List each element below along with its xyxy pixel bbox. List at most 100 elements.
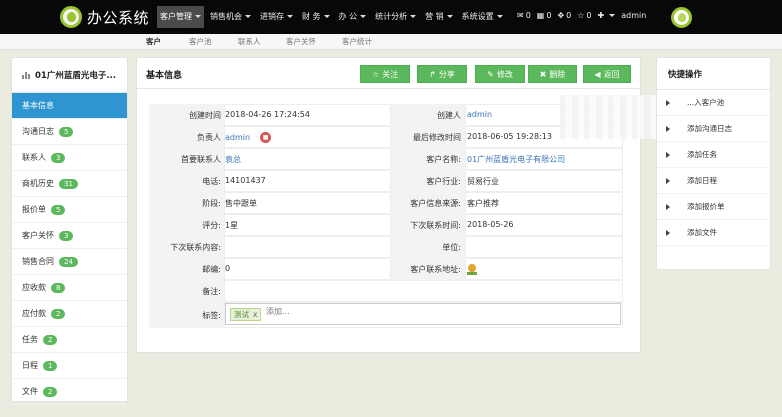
form-row: 备注: [149, 280, 623, 302]
field-label: 客户信息来源: [410, 199, 461, 208]
quick-action-add-log[interactable]: 添加沟通日志 [657, 116, 770, 142]
menu-sales-opportunity[interactable]: 销售机会 [207, 6, 254, 28]
chevron-down-icon [245, 15, 251, 18]
field-label: 单位: [442, 243, 461, 252]
chevron-down-icon [360, 15, 367, 18]
quick-action-add-task[interactable]: 添加任务 [657, 142, 770, 168]
customer-sidebar: 01广州蓝盾光电子... 基本信息 沟通日志 5 联系人 3 商机历史 31 报价单 5… [11, 57, 128, 405]
chevron-down-icon [323, 15, 330, 18]
mail-icon: ✉ [517, 11, 524, 20]
main-menu: 客户管理 销售机会 进销存 财 务 办 公 统计分析 营 销 系统设置 [157, 6, 509, 28]
menu-system-settings[interactable]: 系统设置 [459, 6, 506, 28]
chevron-down-icon [410, 15, 417, 18]
menu-statistics[interactable]: 统计分析 [372, 6, 419, 28]
address-value [467, 264, 477, 275]
subnav-customer[interactable]: 客户 [146, 36, 161, 47]
owner-link[interactable]: admin [225, 133, 250, 142]
next-contact-time-value: 2018-05-26 [467, 220, 514, 229]
sidebar-item-files[interactable]: 文件 2 [12, 379, 127, 405]
plus-icon: ✚ [597, 11, 605, 20]
field-label: 下次联系内容: [170, 243, 221, 252]
caret-right-icon [666, 177, 670, 184]
mail-button[interactable]: ✉ 0 [517, 11, 531, 20]
star-button[interactable]: ☆ 0 [577, 11, 591, 20]
edit-button[interactable]: ✎ 修改 [475, 65, 525, 83]
grid-button[interactable]: ▦ 0 [537, 11, 552, 20]
user-menu[interactable]: admin [621, 11, 646, 20]
sidebar-item-payables[interactable]: 应付款 2 [12, 301, 127, 327]
field-label: 下次联系时间: [410, 221, 461, 230]
lock-icon[interactable]: ■ [260, 132, 272, 143]
phone-value: 14101437 [225, 176, 266, 185]
subnav-contacts[interactable]: 联系人 [238, 36, 261, 47]
tag-chip[interactable]: 测试 x [230, 308, 262, 321]
industry-value: 贸易行业 [467, 177, 499, 186]
chevron-down-icon [287, 15, 293, 18]
arrow-left-icon: ◀ [594, 69, 601, 79]
close-icon[interactable]: x [253, 310, 257, 319]
gear-button[interactable]: ✥ 0 [557, 11, 571, 20]
menu-inventory[interactable]: 进销存 [257, 6, 296, 28]
creator-link[interactable]: admin [467, 110, 492, 119]
sidebar-item-contacts[interactable]: 联系人 3 [12, 145, 127, 171]
quick-action-add-file[interactable]: 添加文件 [657, 220, 770, 246]
form-row: 标签: 测试 x [149, 302, 623, 328]
chevron-down-icon [195, 15, 201, 18]
subnav-customer-stats[interactable]: 客户统计 [342, 36, 372, 47]
menu-customer-management[interactable]: 客户管理 [157, 6, 204, 28]
sidebar-item-receivables[interactable]: 应收款 8 [12, 275, 127, 301]
quick-action-add-quote[interactable]: 添加报价单 [657, 194, 770, 220]
customer-name-link[interactable]: 01广州蓝盾光电子有限公司 [467, 154, 565, 165]
sidebar-item-opportunity-history[interactable]: 商机历史 31 [12, 171, 127, 197]
sidebar-item-schedule[interactable]: 日程 1 [12, 353, 127, 379]
menu-finance[interactable]: 财 务 [299, 6, 333, 28]
primary-contact-link[interactable]: 袁总 [225, 154, 241, 165]
sidebar-item-communication-log[interactable]: 沟通日志 5 [12, 119, 127, 145]
caret-right-icon [666, 203, 670, 210]
subnav-customer-pool[interactable]: 客户池 [189, 36, 212, 47]
field-label: 电话: [202, 177, 221, 186]
owner-value: admin ■ [225, 132, 272, 143]
back-button[interactable]: ◀ 返回 [583, 65, 631, 83]
share-button[interactable]: ↱ 分享 [417, 65, 467, 83]
delete-button[interactable]: ✖ 删除 [528, 65, 577, 83]
map-pin-icon[interactable] [467, 264, 477, 275]
top-navbar: 办公系统 客户管理 销售机会 进销存 财 务 办 公 统计分析 营 销 系统设置… [0, 0, 782, 34]
count-badge: 2 [43, 386, 58, 397]
quick-action-move-to-pool[interactable]: ...入客户池 [657, 90, 770, 116]
page-title: 基本信息 [146, 71, 183, 81]
app-logo[interactable]: 办公系统 [60, 5, 149, 29]
sidebar-item-basic-info[interactable]: 基本信息 [12, 93, 127, 119]
count-badge: 3 [51, 152, 66, 163]
tags-input-box[interactable]: 测试 x [225, 303, 621, 325]
sidebar-header: 01广州蓝盾光电子... [12, 58, 127, 93]
count-badge: 2 [43, 334, 58, 345]
sidebar-item-sales-contracts[interactable]: 销售合同 24 [12, 249, 127, 275]
count-badge: 31 [59, 178, 78, 189]
stage-value: 售中跟单 [225, 199, 257, 208]
form-row: 首要联系人 袁总 客户名称: 01广州蓝盾光电子有限公司 [149, 148, 623, 170]
subnav-customer-care[interactable]: 客户关怀 [286, 36, 316, 47]
field-label: 最后修改时间 [413, 133, 461, 142]
form-row: 电话: 14101437 客户行业: 贸易行业 [149, 170, 623, 192]
field-label: 客户联系地址: [410, 265, 461, 274]
tag-input[interactable] [266, 307, 386, 316]
quick-actions-panel: 快捷操作 ...入客户池 添加沟通日志 添加任务 添加日程 添加报价单 添加文件 [656, 57, 771, 270]
sidebar-item-tasks[interactable]: 任务 2 [12, 327, 127, 353]
count-badge: 2 [51, 308, 66, 319]
follow-button[interactable]: ☆ 关注 [360, 65, 410, 83]
sidebar-item-customer-care[interactable]: 客户关怀 3 [12, 223, 127, 249]
field-label: 创建时间 [189, 111, 221, 120]
field-label: 备注: [202, 287, 221, 296]
quick-action-add-schedule[interactable]: 添加日程 [657, 168, 770, 194]
logo-icon [60, 6, 82, 28]
close-icon: ✖ [539, 69, 547, 79]
gear-icon: ✥ [557, 11, 565, 20]
add-button[interactable]: ✚ [598, 11, 616, 20]
form-row: 阶段: 售中跟单 客户信息来源: 客户推荐 [149, 192, 623, 214]
menu-marketing[interactable]: 营 销 [422, 6, 456, 28]
avatar[interactable] [671, 7, 692, 28]
sidebar-item-quotes[interactable]: 报价单 5 [12, 197, 127, 223]
menu-office[interactable]: 办 公 [336, 6, 370, 28]
grid-icon: ▦ [536, 11, 545, 20]
